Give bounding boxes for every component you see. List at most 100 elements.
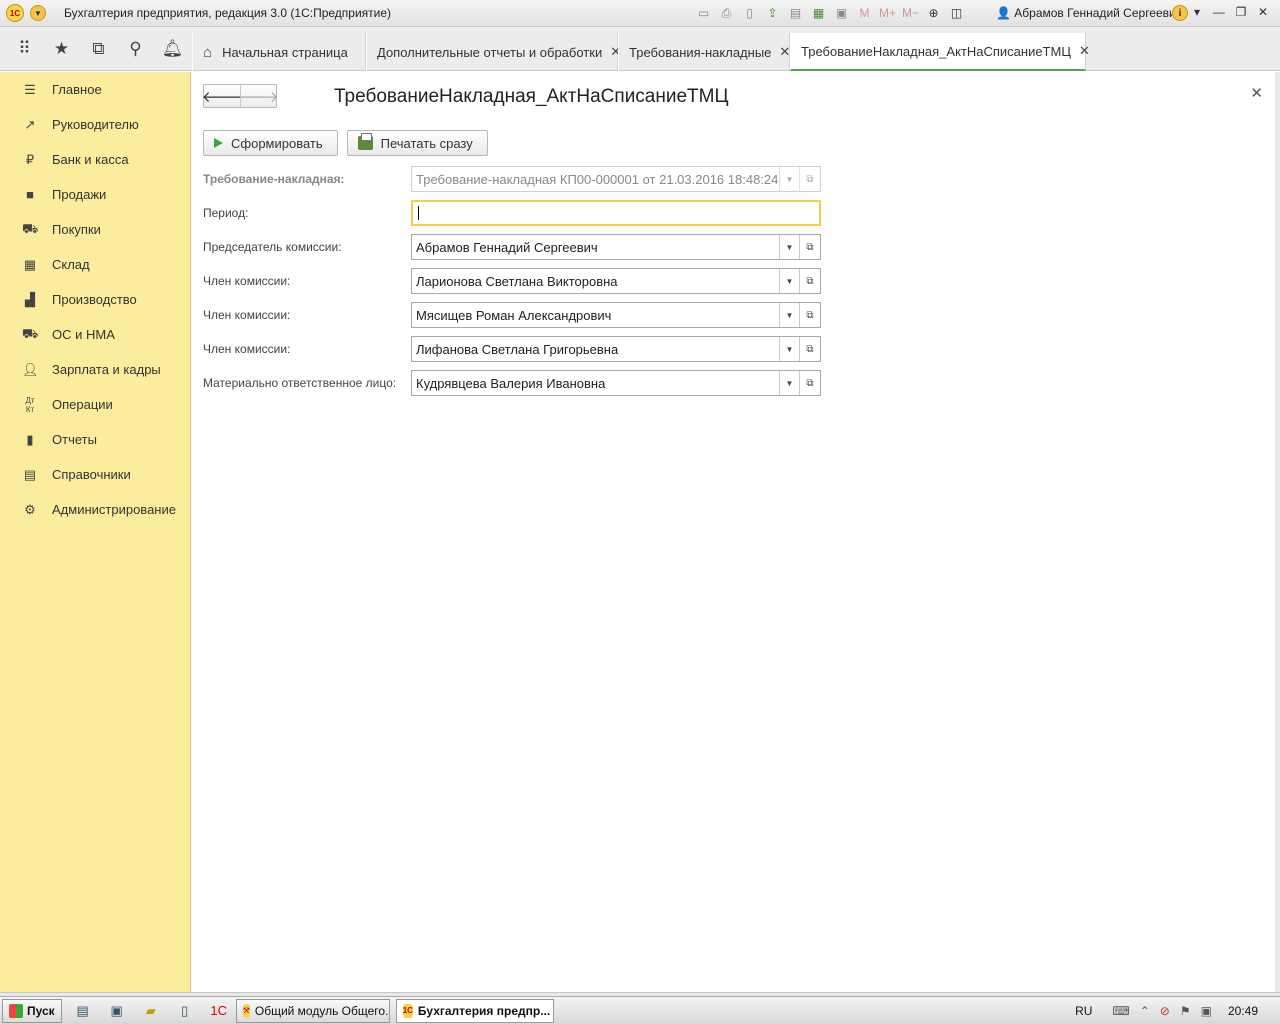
document-icon[interactable]: ▤	[784, 4, 807, 22]
sidebar-item-director[interactable]: ↗ Руководителю	[5, 107, 190, 142]
right-edge	[1275, 72, 1280, 992]
back-arrow-icon[interactable]: 🡐	[202, 85, 242, 107]
memory-m-minus-icon[interactable]: M−	[899, 4, 922, 22]
security-icon[interactable]: ⊘	[1160, 1004, 1170, 1018]
member1-field[interactable]: Ларионова Светлана Викторовна ▼ ⧉	[411, 268, 821, 294]
chairman-field[interactable]: Абрамов Геннадий Сергеевич ▼ ⧉	[411, 234, 821, 260]
home-icon: ⌂	[203, 43, 213, 61]
menu-icon: ☰	[24, 81, 36, 97]
top-toolbar: ⠿ ★ ⧉ ⚲ 🔔︎ ⌂ Начальная страница Дополнит…	[0, 27, 1280, 71]
member1-row: Член комиссии: Ларионова Светлана Виктор…	[203, 268, 823, 294]
folder-icon[interactable]: ▰	[140, 1001, 162, 1021]
history-icon[interactable]: ⧉	[80, 35, 117, 63]
sidebar-item-production[interactable]: ▟ Производство	[5, 282, 190, 317]
calendar-icon[interactable]: ▣	[830, 4, 853, 22]
current-user[interactable]: 👤 Абрамов Геннадий Сергеевич	[996, 6, 1182, 20]
sidebar-item-warehouse[interactable]: ▦ Склад	[5, 247, 190, 282]
responsible-field[interactable]: Кудрявцева Валерия Ивановна ▼ ⧉	[411, 370, 821, 396]
all-functions-icon[interactable]: ⠿	[6, 35, 43, 63]
info-icon[interactable]: i	[1172, 5, 1188, 21]
preview-icon[interactable]: ▯	[738, 4, 761, 22]
member2-field[interactable]: Мясищев Роман Александрович ▼ ⧉	[411, 302, 821, 328]
dropdown-arrow-icon[interactable]: ▼	[779, 303, 799, 327]
sidebar-item-references[interactable]: ▤ Справочники	[5, 457, 190, 492]
print-icon[interactable]: ⎙	[715, 4, 738, 22]
keyboard-icon[interactable]: ⌨	[1112, 1004, 1129, 1018]
sidebar-item-label: Продажи	[52, 187, 107, 202]
start-label: Пуск	[27, 1003, 55, 1018]
open-item-icon[interactable]: ⧉	[799, 235, 820, 259]
tab-additional-reports[interactable]: Дополнительные отчеты и обработки ✕	[366, 33, 621, 71]
member3-field[interactable]: Лифанова Светлана Григорьевна ▼ ⧉	[411, 336, 821, 362]
sidebar-item-label: Справочники	[52, 467, 131, 482]
restore-icon[interactable]: ❐	[1232, 3, 1250, 21]
document-field: Требование-накладная КП00-000001 от 21.0…	[411, 166, 821, 192]
sidebar-item-label: ОС и НМА	[52, 327, 115, 342]
language-indicator[interactable]: RU	[1075, 1004, 1092, 1018]
tray-expand-icon[interactable]: ⌃	[1140, 1004, 1150, 1018]
start-button[interactable]: Пуск	[2, 998, 62, 1023]
forward-arrow-icon[interactable]: 🡒	[238, 85, 279, 107]
search-icon[interactable]: ⚲	[117, 35, 154, 63]
window-title: Бухгалтерия предприятия, редакция 3.0 (1…	[64, 6, 392, 20]
dropdown-icon[interactable]: ▾	[1188, 3, 1206, 21]
sidebar-item-fixed-assets[interactable]: ⛟ ОС и НМА	[5, 317, 190, 352]
dropdown-arrow-icon[interactable]: ▼	[779, 235, 799, 259]
open-item-icon[interactable]: ⧉	[799, 371, 820, 395]
save-icon[interactable]: ▭	[692, 4, 715, 22]
sidebar-item-label: Администрирование	[52, 502, 176, 517]
network-tray-icon[interactable]: ▣	[1201, 1004, 1212, 1018]
sidebar-item-sales[interactable]: ■ Продажи	[5, 177, 190, 212]
open-item-icon[interactable]: ⧉	[799, 303, 820, 327]
close-window-icon[interactable]: ✕	[1254, 3, 1272, 21]
minimize-icon[interactable]: —	[1210, 3, 1228, 21]
open-item-icon[interactable]: ⧉	[799, 269, 820, 293]
sidebar-item-administration[interactable]: ⚙ Администрирование	[5, 492, 190, 527]
sidebar-item-reports[interactable]: ▮ Отчеты	[5, 422, 190, 457]
1c-launch-icon[interactable]: 1С	[208, 1001, 230, 1021]
open-item-icon: ⧉	[799, 167, 820, 191]
sections-sidebar: ☰ Главное ↗ Руководителю ₽ Банк и касса ■ Пр…	[5, 72, 191, 992]
sidebar-item-operations[interactable]: Дт Кт Операции	[5, 387, 190, 422]
taskbar-item-accounting[interactable]: 1С Бухгалтерия предпр...	[395, 998, 554, 1023]
open-item-icon[interactable]: ⧉	[799, 337, 820, 361]
action-center-flag-icon[interactable]: ⚑	[1180, 1004, 1191, 1018]
dropdown-arrow-icon[interactable]: ▼	[779, 371, 799, 395]
sidebar-item-label: Склад	[52, 257, 90, 272]
windows-flag-icon	[9, 1003, 23, 1018]
network-icon[interactable]: ▤	[72, 1001, 94, 1021]
print-now-button[interactable]: Печатать сразу	[346, 130, 488, 156]
clock[interactable]: 20:49	[1228, 1004, 1258, 1018]
tab-requisitions[interactable]: Требования-накладные ✕	[618, 33, 790, 71]
notifications-icon[interactable]: 🔔︎	[154, 35, 191, 63]
sidebar-item-purchases[interactable]: ⛟ Покупки	[5, 212, 190, 247]
period-input[interactable]	[411, 200, 821, 226]
memory-m-icon[interactable]: M	[853, 4, 876, 22]
favorites-icon[interactable]: ★	[43, 35, 80, 63]
calculator-icon[interactable]: ▦	[807, 4, 830, 22]
panels-icon[interactable]: ◫	[945, 4, 968, 22]
sidebar-item-main[interactable]: ☰ Главное	[5, 72, 190, 107]
powershell-icon[interactable]: ▣	[106, 1001, 128, 1021]
tab-current-form[interactable]: ТребованиеНакладная_АктНаСписаниеТМЦ ✕	[790, 33, 1090, 71]
main-menu-button[interactable]: ▼	[30, 5, 46, 21]
tab-home[interactable]: ⌂ Начальная страница	[192, 33, 366, 71]
taskbar-item-module[interactable]: ⚒ Общий модуль Общего...	[235, 998, 390, 1023]
close-form-icon[interactable]: ✕	[1250, 84, 1263, 102]
upload-icon[interactable]: ⇪	[761, 4, 784, 22]
bar-chart-icon: ▮	[26, 431, 34, 447]
member3-row: Член комиссии: Лифанова Светлана Григорь…	[203, 336, 823, 362]
dropdown-arrow-icon[interactable]: ▼	[779, 337, 799, 361]
generate-button[interactable]: Сформировать	[203, 130, 338, 156]
trend-icon: ↗	[24, 116, 36, 132]
sidebar-item-salary[interactable]: 👤︎ Зарплата и кадры	[5, 352, 190, 387]
dropdown-arrow-icon[interactable]: ▼	[779, 269, 799, 293]
zoom-icon[interactable]: ⊕	[922, 4, 945, 22]
member2-value: Мясищев Роман Александрович	[416, 307, 612, 323]
tab-close-icon[interactable]: ✕	[779, 44, 790, 60]
form-area: 🡐 🡒 ТребованиеНакладная_АктНаСписаниеТМЦ…	[191, 72, 1275, 992]
document-icon[interactable]: ▯	[174, 1001, 196, 1021]
tab-close-icon[interactable]: ✕	[1079, 43, 1090, 59]
sidebar-item-bank[interactable]: ₽ Банк и касса	[5, 142, 190, 177]
memory-m-plus-icon[interactable]: M+	[876, 4, 899, 22]
